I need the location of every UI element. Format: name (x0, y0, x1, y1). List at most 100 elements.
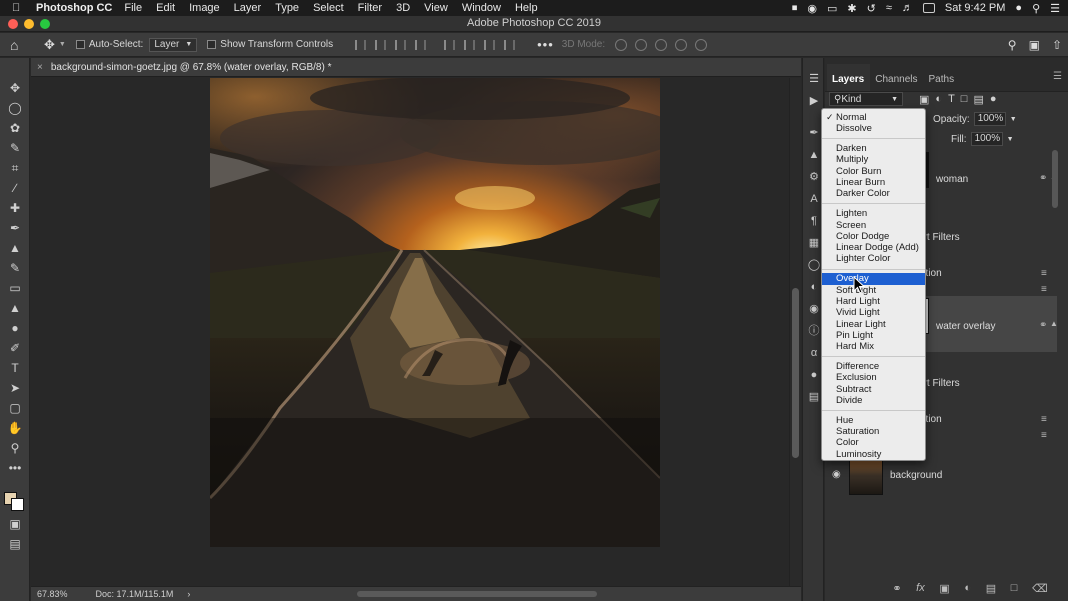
blend-mode-linear-burn[interactable]: Linear Burn (822, 177, 925, 188)
zoom-level[interactable]: 67.83% (37, 589, 68, 599)
fill-input[interactable]: 100% (970, 132, 1003, 146)
gradient-tool-icon[interactable]: ▲ (0, 298, 30, 318)
search-icon[interactable]: ⚲ (1008, 38, 1017, 52)
3d-pan-icon[interactable] (655, 38, 668, 51)
align-bottom-icon[interactable] (484, 39, 496, 50)
airplay-icon[interactable]: ▭ (827, 2, 837, 15)
3d-slide-icon[interactable] (675, 38, 688, 51)
layer-name[interactable]: background (890, 470, 942, 481)
creative-cloud-icon[interactable]: ◉ (807, 2, 817, 15)
background-color-swatch[interactable] (11, 498, 24, 511)
add-mask-icon[interactable]: ▣ (939, 582, 949, 595)
menu-3d[interactable]: 3D (396, 2, 410, 14)
move-tool-icon[interactable]: ✥ (0, 78, 30, 98)
type-tool-icon[interactable]: T (0, 358, 30, 378)
align-middle-icon[interactable] (464, 39, 476, 50)
filter-options-icon[interactable]: ≡ (1041, 414, 1047, 425)
screen-record-icon[interactable]: ⏹ (792, 2, 798, 15)
blend-mode-soft-light[interactable]: Soft Light (822, 285, 925, 296)
blend-mode-divide[interactable]: Divide (822, 395, 925, 406)
document-canvas-image[interactable] (210, 78, 660, 547)
quick-mask-icon[interactable]: ▣ (0, 514, 30, 534)
canvas-horizontal-scrollbar[interactable] (357, 591, 597, 597)
more-options-icon[interactable]: ••• (537, 37, 554, 52)
blend-mode-overlay[interactable]: Overlay (822, 273, 925, 285)
tab-paths[interactable]: Paths (924, 74, 961, 91)
close-document-icon[interactable]: × (37, 62, 43, 73)
toolbar-collapse[interactable] (0, 58, 29, 78)
path-selection-tool-icon[interactable]: ➤ (0, 378, 30, 398)
blend-mode-darker-color[interactable]: Darker Color (822, 188, 925, 199)
blend-mode-dissolve[interactable]: Dissolve (822, 123, 925, 134)
workspace-icon[interactable]: ▣ (1029, 38, 1040, 52)
hand-tool-icon[interactable]: ✋ (0, 418, 30, 438)
user-icon[interactable]: ● (1015, 2, 1022, 14)
menu-edit[interactable]: Edit (156, 2, 175, 14)
distribute-h-icon[interactable] (504, 39, 516, 50)
3d-orbit-icon[interactable] (615, 38, 628, 51)
volume-icon[interactable]: ♬ (902, 2, 913, 14)
blend-mode-hard-mix[interactable]: Hard Mix (822, 341, 925, 352)
menu-filter[interactable]: Filter (358, 2, 382, 14)
healing-brush-tool-icon[interactable]: ✚ (0, 198, 30, 218)
distribute-v-icon[interactable] (415, 39, 427, 50)
app-menu[interactable]: Photoshop CC (36, 2, 112, 14)
auto-select-checkbox[interactable] (75, 40, 85, 49)
scrollbar-thumb[interactable] (792, 288, 799, 458)
align-center-h-icon[interactable] (375, 39, 387, 50)
blend-mode-exclusion[interactable]: Exclusion (822, 372, 925, 383)
auto-select-target-dropdown[interactable]: Layer ▼ (149, 37, 198, 52)
crop-tool-icon[interactable]: ⌗ (0, 158, 30, 178)
opacity-input[interactable]: 100% (973, 112, 1006, 126)
zoom-tool-icon[interactable]: ⚲ (0, 438, 30, 458)
time-machine-icon[interactable]: ↺ (867, 2, 876, 15)
filter-toggle-icon[interactable]: ● (990, 93, 997, 106)
blend-mode-lighter-color[interactable]: Lighter Color (822, 253, 925, 264)
notification-center-icon[interactable]: ☰ (1050, 2, 1060, 15)
new-layer-icon[interactable]: □ (1011, 582, 1018, 595)
blend-mode-subtract[interactable]: Subtract (822, 384, 925, 395)
menu-image[interactable]: Image (189, 2, 220, 14)
filter-options-icon[interactable]: ≡ (1041, 430, 1047, 441)
share-icon[interactable]: ⇧ (1052, 38, 1062, 52)
blend-mode-hue[interactable]: Hue (822, 415, 925, 426)
default-colors-icon[interactable] (0, 478, 29, 488)
blend-mode-pin-light[interactable]: Pin Light (822, 330, 925, 341)
rectangle-tool-icon[interactable]: ▢ (0, 398, 30, 418)
expand-effects-chevron-icon[interactable]: ▲ (1050, 319, 1058, 328)
align-left-icon[interactable] (355, 39, 367, 50)
filter-pixel-icon[interactable]: ▣ (919, 93, 929, 106)
blend-mode-color-burn[interactable]: Color Burn (822, 166, 925, 177)
tab-channels[interactable]: Channels (870, 74, 923, 91)
brush-tool-icon[interactable]: ✒ (0, 218, 30, 238)
fx-icon[interactable]: fx (916, 582, 925, 595)
spotlight-icon[interactable]: ⚲ (1032, 2, 1040, 15)
blend-mode-saturation[interactable]: Saturation (822, 426, 925, 437)
menu-view[interactable]: View (424, 2, 448, 14)
history-icon[interactable]: ☰ (803, 68, 825, 90)
blend-mode-linear-dodge-add[interactable]: Linear Dodge (Add) (822, 242, 925, 253)
3d-roll-icon[interactable] (635, 38, 648, 51)
blend-mode-difference[interactable]: Difference (822, 361, 925, 372)
blend-mode-color-dodge[interactable]: Color Dodge (822, 231, 925, 242)
menu-type[interactable]: Type (275, 2, 299, 14)
menubar-clock[interactable]: Sat 9:42 PM (945, 2, 1006, 14)
marquee-tool-icon[interactable]: ◯ (0, 98, 30, 118)
blend-mode-normal[interactable]: Normal (822, 112, 925, 124)
document-tab[interactable]: × background-simon-goetz.jpg @ 67.8% (wa… (31, 58, 801, 77)
align-right-icon[interactable] (395, 39, 407, 50)
align-top-icon[interactable] (444, 39, 456, 50)
move-tool-icon[interactable]: ✥ (44, 37, 55, 53)
screen-mode-icon[interactable]: ▤ (0, 534, 30, 554)
filter-type-icon[interactable]: T (948, 93, 955, 106)
blend-mode-multiply[interactable]: Multiply (822, 154, 925, 165)
tool-preset-chevron-down-icon[interactable]: ▼ (59, 41, 66, 48)
filter-kind-dropdown[interactable]: ⚲Kind ▼ (829, 92, 903, 106)
blend-mode-lighten[interactable]: Lighten (822, 208, 925, 219)
opacity-chevron-icon[interactable]: ▼ (1010, 116, 1017, 123)
menu-help[interactable]: Help (515, 2, 538, 14)
menu-window[interactable]: Window (462, 2, 501, 14)
filter-smart-object-icon[interactable]: ▤ (973, 93, 983, 106)
clone-stamp-tool-icon[interactable]: ▲ (0, 238, 30, 258)
3d-scale-icon[interactable] (695, 38, 708, 51)
